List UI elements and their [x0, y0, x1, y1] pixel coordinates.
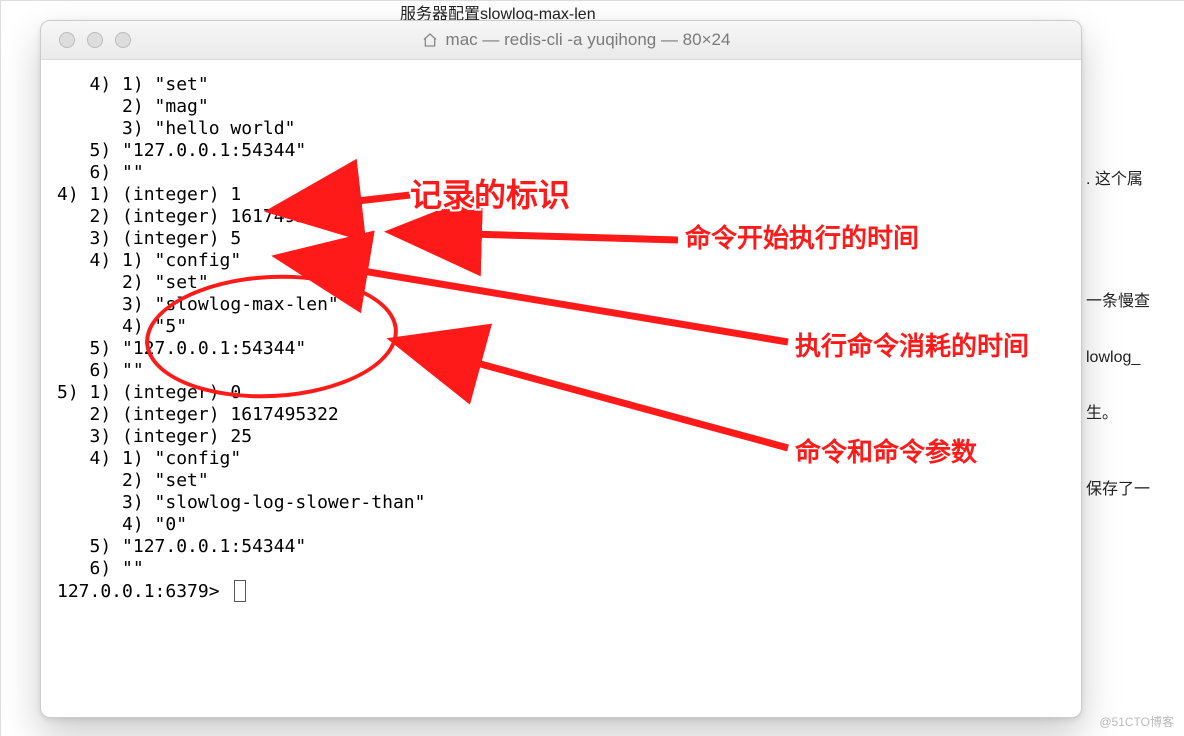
- traffic-lights: [41, 32, 131, 48]
- watermark: @51CTO博客: [1099, 713, 1174, 730]
- bg-side-line: 保存了一: [1086, 470, 1184, 526]
- bg-side-line: 生。: [1086, 394, 1184, 450]
- background-side-text: . 这个属 一条慢查 lowlog_ 生。 保存了一: [1086, 120, 1184, 526]
- terminal-body[interactable]: 4) 1) "set" 2) "mag" 3) "hello world" 5)…: [41, 60, 1081, 619]
- cursor: [234, 580, 246, 602]
- terminal-window: mac — redis-cli -a yuqihong — 80×24 4) 1…: [40, 20, 1082, 718]
- close-icon[interactable]: [59, 32, 75, 48]
- window-title-text: mac — redis-cli -a yuqihong — 80×24: [446, 30, 731, 50]
- home-icon: [422, 32, 438, 48]
- bg-side-line: lowlog_: [1086, 338, 1184, 394]
- minimize-icon[interactable]: [87, 32, 103, 48]
- bg-side-line: . 这个属: [1086, 160, 1184, 216]
- zoom-icon[interactable]: [115, 32, 131, 48]
- window-titlebar[interactable]: mac — redis-cli -a yuqihong — 80×24: [41, 21, 1081, 60]
- bg-side-line: 一条慢查: [1086, 282, 1184, 338]
- terminal-output: 4) 1) "set" 2) "mag" 3) "hello world" 5)…: [57, 74, 425, 579]
- terminal-prompt: 127.0.0.1:6379>: [57, 581, 230, 602]
- window-title: mac — redis-cli -a yuqihong — 80×24: [131, 30, 1021, 50]
